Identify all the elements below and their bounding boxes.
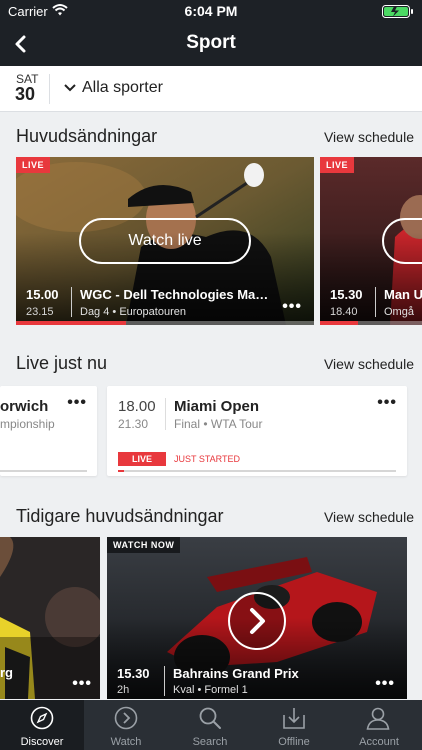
start-time: 15.00 — [26, 287, 59, 302]
event-title: WGC - Dell Technologies Ma… — [80, 287, 269, 302]
live-tag: LIVE — [320, 157, 355, 173]
play-button[interactable] — [228, 592, 286, 650]
view-schedule-link[interactable]: View schedule — [324, 509, 414, 525]
end-time: 21.30 — [118, 417, 149, 431]
event-subtitle: Final • WTA Tour — [174, 417, 263, 431]
more-options-icon[interactable]: ••• — [282, 298, 302, 316]
live-tag: LIVE — [16, 157, 51, 173]
start-time: 15.30 — [330, 287, 363, 302]
end-time: 23.15 — [26, 306, 54, 318]
search-icon — [199, 707, 221, 729]
live-badge: LIVE — [118, 452, 167, 466]
event-title: Man U — [384, 287, 422, 302]
more-options-icon[interactable]: ••• — [377, 394, 397, 412]
date-filter-bar: SAT 30 Alla sporter — [0, 66, 422, 112]
featured-card-football[interactable]: LIVE 15.30 18.40 Man U Omgå — [320, 157, 422, 325]
play-circle-icon — [114, 706, 138, 730]
divider — [164, 666, 165, 696]
navigation-bar: Sport — [0, 22, 422, 66]
more-options-icon[interactable]: ••• — [67, 394, 87, 412]
featured-section-header: Huvudsändningar View schedule — [16, 126, 414, 152]
end-time: 18.40 — [330, 306, 358, 318]
tab-account[interactable]: Account — [336, 700, 422, 750]
user-icon — [366, 707, 390, 730]
live-card-tennis[interactable]: 18.00 21.30 Miami Open Final • WTA Tour … — [107, 386, 407, 476]
event-subtitle: Omgå — [384, 306, 414, 318]
battery-icon — [382, 5, 413, 18]
event-subtitle: mpionship — [0, 417, 55, 431]
event-subtitle: Dag 4 • Europatouren — [80, 306, 186, 318]
tab-label: Discover — [20, 736, 64, 748]
clock: 6:04 PM — [184, 3, 238, 19]
earlier-tile-football[interactable]: rg ••• — [0, 537, 100, 699]
status-label: JUST STARTED — [174, 454, 241, 464]
earlier-section-header: Tidigare huvudsändningar View schedule — [16, 506, 414, 532]
download-icon — [283, 708, 305, 729]
progress-bar — [320, 321, 358, 325]
live-section-header: Live just nu View schedule — [16, 353, 414, 379]
section-title: Live just nu — [16, 353, 108, 373]
more-options-icon[interactable]: ••• — [72, 675, 92, 693]
sport-filter-label: Alla sporter — [82, 79, 163, 96]
section-title: Huvudsändningar — [16, 126, 158, 146]
live-card-football[interactable]: orwich mpionship ••• — [0, 386, 97, 476]
compass-icon — [30, 706, 54, 730]
divider — [375, 287, 376, 317]
progress-bar — [118, 470, 124, 472]
divider — [165, 398, 166, 430]
tab-watch[interactable]: Watch — [84, 700, 168, 750]
view-schedule-link[interactable]: View schedule — [324, 129, 414, 145]
tab-bar: Discover Watch Search Offline Account — [0, 700, 422, 750]
watch-live-button[interactable] — [382, 218, 422, 264]
progress-track — [118, 470, 396, 472]
featured-card-golf[interactable]: LIVE Watch live 15.00 23.15 WGC - Dell T… — [16, 157, 314, 325]
status-bar: Carrier 6:04 PM — [0, 0, 422, 22]
section-title: Tidigare huvudsändningar — [16, 506, 224, 526]
chevron-right-icon — [250, 608, 265, 634]
date-day[interactable]: 30 — [15, 84, 35, 105]
watch-now-tag: WATCH NOW — [107, 537, 181, 553]
event-title: Miami Open — [174, 398, 260, 415]
duration: 2h — [117, 684, 130, 696]
progress-bar — [16, 321, 127, 325]
progress-track — [0, 470, 87, 472]
tab-offline[interactable]: Offline — [252, 700, 336, 750]
watch-live-button[interactable]: Watch live — [79, 218, 251, 264]
tab-label: Offline — [278, 736, 310, 748]
start-time: 15.30 — [117, 666, 150, 681]
tab-label: Account — [359, 736, 399, 748]
event-subtitle: Kval • Formel 1 — [173, 684, 248, 696]
divider — [71, 287, 72, 317]
event-title: orwich — [0, 398, 49, 415]
start-time: 18.00 — [118, 398, 156, 415]
page-title: Sport — [186, 32, 236, 53]
view-schedule-link[interactable]: View schedule — [324, 356, 414, 372]
event-title: Bahrains Grand Prix — [173, 666, 299, 681]
earlier-tile-f1[interactable]: WATCH NOW 15.30 2h Bahrains Grand Prix K… — [107, 537, 407, 699]
tab-label: Search — [192, 736, 228, 748]
more-options-icon[interactable]: ••• — [375, 675, 395, 693]
event-title: rg — [0, 665, 13, 680]
tab-discover[interactable]: Discover — [0, 700, 84, 750]
sport-filter-dropdown[interactable]: Alla sporter — [64, 79, 163, 97]
divider — [49, 74, 50, 104]
tab-search[interactable]: Search — [168, 700, 252, 750]
tab-label: Watch — [110, 736, 142, 748]
chevron-down-icon — [64, 84, 76, 92]
